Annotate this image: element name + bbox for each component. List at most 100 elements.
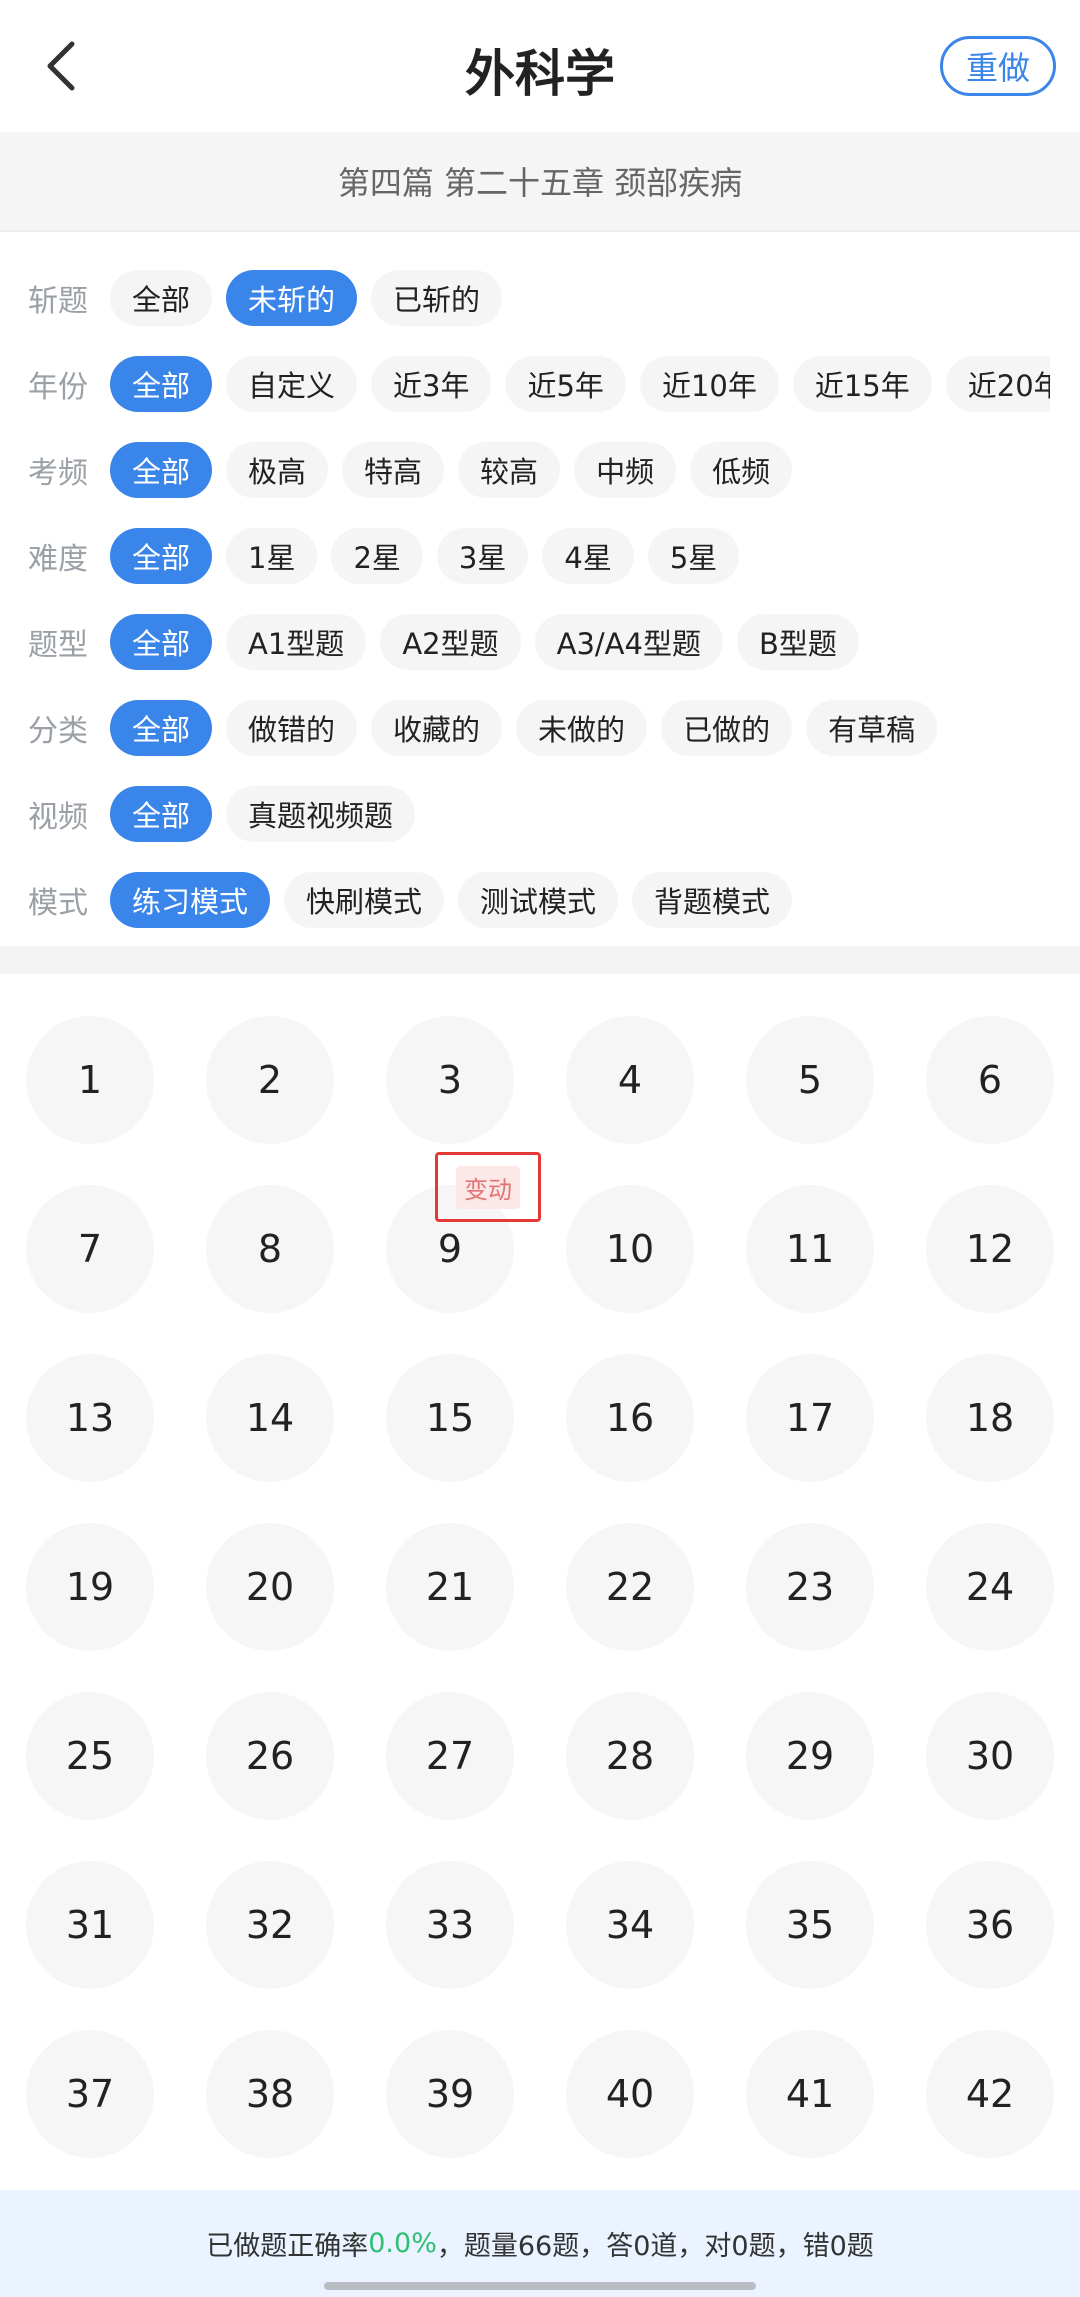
question-number-button[interactable]: 25 [26,1692,154,1820]
filter-chip[interactable]: 未斩的 [226,270,358,326]
filter-chip[interactable]: 2星 [331,528,423,584]
redo-button[interactable]: 重做 [940,36,1056,96]
filter-row: 考频 全部 极高 特高 较高 中频 低频 [0,427,1050,513]
filter-chip[interactable]: A1型题 [226,614,367,670]
filter-chip[interactable]: 有草稿 [806,700,938,756]
question-number-button[interactable]: 5 [746,1016,874,1144]
filter-panel: 斩题 全部 未斩的 已斩的 年份 全部 自定义 近3年 近5年 近10年 近15年 近20年 考频 全部极… [0,232,1080,946]
question-number-button[interactable]: 10 [566,1185,694,1313]
accuracy-rate: 0.0% [368,2228,437,2259]
filter-label: 题型 [28,628,88,663]
filter-chip[interactable]: 全部 [110,442,213,498]
question-number-button[interactable]: 18 [926,1354,1054,1482]
question-number-button[interactable]: 12 [926,1185,1054,1313]
question-number-button[interactable]: 11 [746,1185,874,1313]
filter-chips: 练习模式 快刷模式 测试模式 背题模式 [110,872,806,928]
filter-chip[interactable]: 测试模式 [458,872,619,928]
question-number-button[interactable]: 6 [926,1016,1054,1144]
question-number-button[interactable]: 17 [746,1354,874,1482]
stats-suffix: ，题量66题，答0道，对0题，错0题 [436,2231,874,2262]
filter-chip[interactable]: 5星 [647,528,740,584]
filter-chip[interactable]: 全部 [110,270,213,326]
filter-chips: 全部 未斩的 已斩的 [110,270,516,326]
filter-chip[interactable]: 真题视频题 [226,786,416,842]
question-number-button[interactable]: 35 [746,1861,874,1989]
question-number-button[interactable]: 42 [926,2030,1054,2158]
filter-chip[interactable]: 近3年 [371,356,492,412]
filter-chip[interactable]: 近5年 [505,356,626,412]
question-number-button[interactable]: 4 [566,1016,694,1144]
filter-chips: 全部 1星 2星 3星 4星 5星 [110,528,753,584]
question-number-button[interactable]: 27 [386,1692,514,1820]
filter-chip[interactable]: 练习模式 [110,872,271,928]
question-number-button[interactable]: 40 [566,2030,694,2158]
filter-chip[interactable]: 近15年 [792,356,932,412]
question-number-button[interactable]: 2 [206,1016,334,1144]
question-number-button[interactable]: 3 [386,1016,514,1144]
filter-chip[interactable]: 全部 [110,700,213,756]
question-number-button[interactable]: 22 [566,1523,694,1651]
question-number-button[interactable]: 15 [386,1354,514,1482]
filter-chip[interactable]: 较高 [458,442,561,498]
header: 外科学 重做 [0,0,1080,132]
filter-chip[interactable]: A2型题 [380,614,521,670]
question-number-button[interactable]: 7 [26,1185,154,1313]
question-number-button[interactable]: 38 [206,2030,334,2158]
filter-chip[interactable]: 自定义 [226,356,358,412]
question-number-button[interactable]: 24 [926,1523,1054,1651]
question-number-button[interactable]: 34 [566,1861,694,1989]
question-number-button[interactable]: 28 [566,1692,694,1820]
filter-chip[interactable]: 全部 [110,528,213,584]
filter-chip[interactable]: 未做的 [516,700,648,756]
filter-chip[interactable]: 全部 [110,614,213,670]
question-number-button[interactable]: 33 [386,1861,514,1989]
filter-row: 题型 全部 A1型题 A2型题 A3/A4型题 B型题 [0,599,1050,685]
filter-chips: 全部 真题视频题 [110,786,429,842]
filter-chips: 全部 做错的 收藏的 未做的 已做的 有草稿 [110,700,951,756]
question-number-button[interactable]: 39 [386,2030,514,2158]
filter-chip[interactable]: 快刷模式 [284,872,445,928]
question-number-button[interactable]: 26 [206,1692,334,1820]
question-number-button[interactable]: 23 [746,1523,874,1651]
question-number-button[interactable]: 19 [26,1523,154,1651]
question-number-button[interactable]: 30 [926,1692,1054,1820]
filter-chips: 全部 A1型题 A2型题 A3/A4型题 B型题 [110,614,873,670]
question-number-button[interactable]: 29 [746,1692,874,1820]
filter-chip[interactable]: 近10年 [639,356,779,412]
filter-chip[interactable]: 低频 [690,442,793,498]
filter-chip[interactable]: B型题 [736,614,859,670]
question-number-button[interactable]: 13 [26,1354,154,1482]
question-number-button[interactable]: 16 [566,1354,694,1482]
filter-chip[interactable]: 全部 [110,786,213,842]
filter-label: 分类 [28,714,88,749]
filter-chip[interactable]: 中频 [574,442,677,498]
filter-chips: 全部 自定义 近3年 近5年 近10年 近15年 近20年 [110,356,1050,412]
question-number-button[interactable]: 37 [26,2030,154,2158]
stats-footer: 已做题正确率 0.0% ，题量66题，答0道，对0题，错0题 [0,2190,1080,2297]
filter-chip[interactable]: 4星 [542,528,634,584]
filter-chip[interactable]: 收藏的 [371,700,503,756]
filter-chip[interactable]: 已斩的 [371,270,503,326]
question-number-button[interactable]: 21 [386,1523,514,1651]
filter-chip[interactable]: 极高 [226,442,329,498]
question-number-button[interactable]: 20 [206,1523,334,1651]
filter-chip[interactable]: 1星 [226,528,318,584]
question-number-button[interactable]: 1 [26,1016,154,1144]
question-number-button[interactable]: 8 [206,1185,334,1313]
question-number-button[interactable]: 31 [26,1861,154,1989]
filter-chip[interactable]: 3星 [436,528,529,584]
filter-chip[interactable]: 全部 [110,356,213,412]
filter-label: 斩题 [28,284,88,319]
filter-chip[interactable]: 近20年 [945,356,1050,412]
question-number-button[interactable]: 32 [206,1861,334,1989]
filter-chip[interactable]: 已做的 [661,700,793,756]
filter-chip[interactable]: 背题模式 [632,872,793,928]
question-number-button[interactable]: 14 [206,1354,334,1482]
question-number-button[interactable]: 36 [926,1861,1054,1989]
filter-chip[interactable]: 做错的 [226,700,358,756]
filter-row: 模式 练习模式 快刷模式 测试模式 背题模式 [0,857,1050,943]
filter-chip[interactable]: 特高 [342,442,445,498]
question-number-button[interactable]: 41 [746,2030,874,2158]
filter-chip[interactable]: A3/A4型题 [534,614,723,670]
filter-row: 难度 全部 1星 2星 3星 4星 5星 [0,513,1050,599]
